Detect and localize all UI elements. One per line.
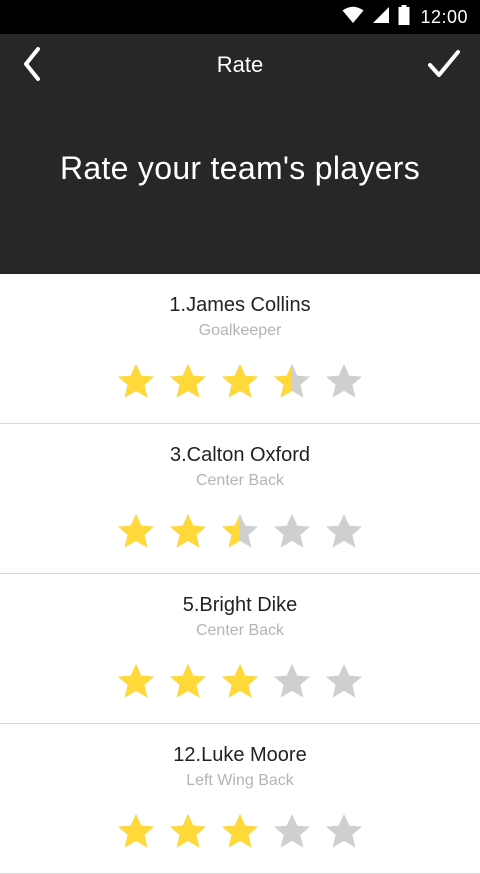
star-rating[interactable] [0,362,480,402]
star-empty-icon[interactable] [324,362,364,402]
player-item: 5.Bright Dike Center Back [0,574,480,724]
star-rating[interactable] [0,662,480,702]
player-item: 1.James Collins Goalkeeper [0,274,480,424]
player-name: 12.Luke Moore [173,744,307,766]
cell-signal-icon [372,6,390,29]
player-item: 12.Luke Moore Left Wing Back [0,724,480,874]
star-filled-icon[interactable] [116,812,156,852]
wifi-icon [342,6,364,29]
status-bar: 12:00 [0,0,480,34]
star-empty-icon[interactable] [272,662,312,702]
star-empty-icon[interactable] [272,512,312,552]
player-position: Center Back [195,472,285,489]
star-empty-icon[interactable] [324,512,364,552]
star-filled-icon[interactable] [116,512,156,552]
player-position: Left Wing Back [186,772,294,789]
player-name: 3.Calton Oxford [169,444,311,466]
star-empty-icon[interactable] [324,662,364,702]
star-filled-icon[interactable] [168,812,208,852]
app-header: Rate Rate your team's players [0,34,480,274]
star-half-icon[interactable] [272,362,312,402]
player-list: 1.James Collins Goalkeeper 3.Calton Oxfo… [0,274,480,874]
status-time: 12:00 [420,6,468,27]
star-filled-icon[interactable] [168,362,208,402]
checkmark-icon [427,49,461,84]
star-filled-icon[interactable] [116,362,156,402]
star-filled-icon[interactable] [220,812,260,852]
star-half-icon[interactable] [220,512,260,552]
star-filled-icon[interactable] [116,662,156,702]
star-rating[interactable] [0,812,480,852]
player-name: 5.Bright Dike [182,594,298,616]
battery-icon [398,4,410,30]
star-filled-icon[interactable] [168,512,208,552]
confirm-button[interactable] [418,42,470,90]
star-rating[interactable] [0,512,480,552]
star-filled-icon[interactable] [168,662,208,702]
star-empty-icon[interactable] [272,812,312,852]
player-position: Center Back [195,622,285,639]
star-filled-icon[interactable] [220,662,260,702]
star-filled-icon[interactable] [220,362,260,402]
page-title: Rate [216,52,264,77]
page-heading: Rate your team's players [59,150,421,186]
player-name: 1.James Collins [169,294,311,316]
player-position: Goalkeeper [198,322,282,339]
player-item: 3.Calton Oxford Center Back [0,424,480,574]
star-empty-icon[interactable] [324,812,364,852]
